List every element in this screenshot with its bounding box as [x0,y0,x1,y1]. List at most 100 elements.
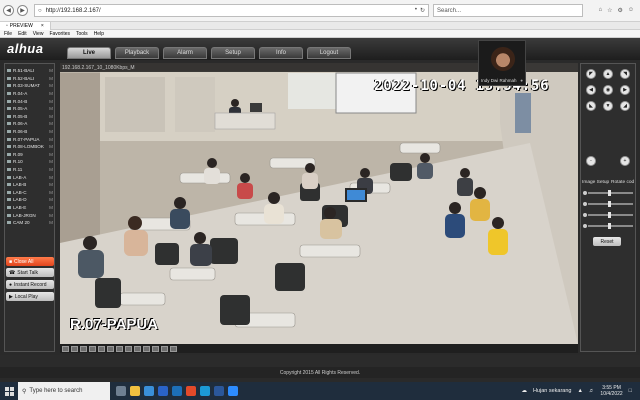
ptz-down-right-icon[interactable]: ◢ [620,101,630,111]
channel-item[interactable]: CAM 20 M [6,219,54,227]
ptz-up-right-icon[interactable]: ◥ [620,69,630,79]
channel-item[interactable]: R.08-LOMBOK M [6,143,54,151]
channel-item[interactable]: R.10 M [6,158,54,166]
stream-flag[interactable]: M [49,129,53,134]
gear-icon[interactable]: ⚙ [617,7,622,14]
menu-file[interactable]: File [4,31,12,37]
stream-flag[interactable]: M [49,159,53,164]
channel-item[interactable]: R.04-B M [6,97,54,105]
saturation-slider[interactable] [583,211,633,218]
channel-item[interactable]: R.07-PAPUA M [6,135,54,143]
tab-setup[interactable]: Setup [211,47,255,59]
channel-item[interactable]: LAB-B M [6,181,54,189]
tab-info[interactable]: Info [259,47,303,59]
channel-item[interactable]: LAB-E M [6,204,54,212]
channel-item[interactable]: LAB-D M [6,196,54,204]
ptz-down-left-icon[interactable]: ◣ [586,101,596,111]
menu-edit[interactable]: Edit [18,31,27,37]
volume-icon[interactable]: ♬ [589,388,595,394]
stream-flag[interactable]: M [49,220,53,225]
layout-1-icon[interactable] [62,345,69,352]
channel-item[interactable]: R.06-A M [6,120,54,128]
stream-flag[interactable]: M [49,152,53,157]
tab-alarm[interactable]: Alarm [163,47,207,59]
zoom-app-icon[interactable] [228,386,238,396]
mail-icon[interactable] [158,386,168,396]
close-all-button[interactable]: ■ Close All [6,257,54,266]
stream-flag[interactable]: M [49,190,53,195]
ptz-right-icon[interactable]: ▶ [620,85,630,95]
layout-25-icon[interactable] [98,345,105,352]
tab-logout[interactable]: Logout [307,47,351,59]
channel-item[interactable]: LAB-JRGN M [6,211,54,219]
ptz-center-icon[interactable]: ◉ [603,85,613,95]
stream-flag[interactable]: M [49,175,53,180]
stream-flag[interactable]: M [49,68,53,73]
stream-flag[interactable]: M [49,182,53,187]
reset-button[interactable]: Reset [593,237,621,246]
menu-favorites[interactable]: Favorites [49,31,70,37]
local-play-button[interactable]: ▶ Local Play [6,292,54,301]
chrome-icon[interactable] [186,386,196,396]
zoom-in-button[interactable]: + [620,156,630,166]
slider-thumb[interactable] [608,189,612,196]
brightness-slider[interactable] [583,189,633,196]
channel-item[interactable]: R.09 M [6,151,54,159]
network-icon[interactable]: ▲ [577,388,582,394]
layout-4-icon[interactable] [71,345,78,352]
fullscreen-icon[interactable] [116,345,123,352]
url-field[interactable]: ○ http://192.168.2.167/ • ↻ [34,4,429,17]
channel-item[interactable]: R.51-BALI M [6,67,54,75]
quality-icon[interactable] [161,345,168,352]
slider-thumb[interactable] [608,211,612,218]
zoom-out-button[interactable]: - [586,156,596,166]
stream-flag[interactable]: M [49,114,53,119]
contrast-slider[interactable] [583,200,633,207]
channel-item[interactable]: R.04-A M [6,90,54,98]
layout-16-icon[interactable] [89,345,96,352]
channel-item[interactable]: LAB-C M [6,189,54,197]
menu-help[interactable]: Help [94,31,104,37]
tab-live[interactable]: Live [67,47,111,59]
channel-item[interactable]: R.05-B M [6,113,54,121]
channel-item[interactable]: R.11 M [6,166,54,174]
audio-icon[interactable] [143,345,150,352]
channel-item[interactable]: R.05-A M [6,105,54,113]
live-video[interactable]: 192.168.2.167_10_1080Kbps_M 2022-10-04 1… [60,63,578,344]
back-icon[interactable]: ◀ [3,5,14,16]
stream-flag[interactable]: M [49,76,53,81]
stream-flag[interactable]: M [49,99,53,104]
weather-text[interactable]: Hujan sekarang [533,388,572,394]
notification-icon[interactable]: □ [629,388,632,394]
stream-flag[interactable]: M [49,213,53,218]
instant-record-button[interactable]: ● Instant Record [6,280,54,289]
ie-icon[interactable] [200,386,210,396]
channel-item[interactable]: R.03-SUMAT M [6,82,54,90]
layout-36-icon[interactable] [107,345,114,352]
record-toolbar-icon[interactable] [134,345,141,352]
word-icon[interactable] [214,386,224,396]
snapshot-icon[interactable] [125,345,132,352]
stream-flag[interactable]: M [49,137,53,142]
smile-icon[interactable]: ☺ [628,7,634,14]
channel-item[interactable]: R.06-B M [6,128,54,136]
stream-flag[interactable]: M [49,167,53,172]
zoom-icon[interactable] [152,345,159,352]
forward-icon[interactable]: ▶ [17,5,28,16]
store-icon[interactable] [172,386,182,396]
stream-icon[interactable] [170,345,177,352]
star-icon[interactable]: ☆ [607,7,612,14]
slider-thumb[interactable] [608,200,612,207]
layout-9-icon[interactable] [80,345,87,352]
start-button[interactable] [0,382,18,400]
clock[interactable]: 3:55 PM 10/4/2022 [600,385,622,397]
home-icon[interactable]: ⌂ [598,7,602,14]
stream-flag[interactable]: M [49,144,53,149]
edge-icon[interactable] [144,386,154,396]
ptz-left-icon[interactable]: ◀ [586,85,596,95]
channel-item[interactable]: LAB-A M [6,173,54,181]
menu-view[interactable]: View [33,31,44,37]
tab-playback[interactable]: Playback [115,47,159,59]
stream-flag[interactable]: M [49,121,53,126]
refresh-icon[interactable]: ↻ [420,7,425,14]
